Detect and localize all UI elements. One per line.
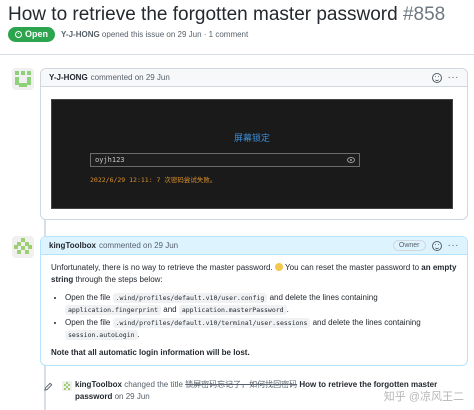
comment-meta[interactable]: commented on 29 Jun: [99, 241, 178, 250]
step-text: and: [163, 305, 177, 314]
watermark: 知乎 @凉风王二: [383, 391, 464, 403]
list-item: Open the file .wind/profiles/default.v10…: [65, 292, 457, 316]
comment-yjhong: Y-J-HONG commented on 29 Jun ··· 屏幕锁定 oy…: [40, 68, 468, 220]
step-text: .: [286, 305, 289, 314]
intro-text-3: through the steps below:: [75, 275, 163, 284]
comment-kingtoolbox: kingToolbox commented on 29 Jun Owner ··…: [40, 236, 468, 366]
step-text: Open the file: [65, 293, 111, 302]
code-path: .wind/profiles/default.v10/terminal/user…: [112, 318, 311, 328]
code-key: session.autoLogin: [65, 330, 138, 340]
code-key: application.fingerprint: [65, 305, 162, 315]
comment-meta[interactable]: commented on 29 Jun: [91, 73, 170, 82]
steps-list: Open the file .wind/profiles/default.v10…: [65, 292, 457, 341]
event-action: changed the title: [124, 380, 183, 389]
list-item: Open the file .wind/profiles/default.v10…: [65, 317, 457, 341]
screenshot-password-value: oyjh123: [95, 156, 125, 164]
lock-screen-screenshot: 屏幕锁定 oyjh123 2022/6/29 12:11: 7 次密码尝试失败。: [51, 99, 453, 209]
step-text: and delete the lines containing: [312, 318, 421, 327]
note-text: Note that all automatic login informatio…: [51, 348, 250, 357]
comment-author[interactable]: kingToolbox: [49, 241, 96, 250]
step-text: Open the file: [65, 318, 111, 327]
step-text: and delete the lines containing: [269, 293, 378, 302]
step-text: .: [137, 330, 140, 339]
screenshot-message: 2022/6/29 12:11: 7 次密码尝试失败。: [90, 176, 217, 184]
more-options-icon[interactable]: ···: [448, 240, 460, 251]
comment-author[interactable]: Y-J-HONG: [49, 73, 88, 82]
issue-number: #858: [402, 4, 446, 25]
event-date[interactable]: on 29 Jun: [115, 392, 150, 401]
issue-title-text: How to retrieve the forgotten master pas…: [8, 4, 398, 25]
identicon-icon: [12, 68, 34, 90]
more-options-icon[interactable]: ···: [448, 72, 460, 83]
open-state-badge: Open: [8, 26, 56, 42]
add-reaction-icon[interactable]: [431, 72, 442, 83]
intro-paragraph: Unfortunately, there is no way to retrie…: [51, 262, 457, 286]
owner-badge: Owner: [392, 240, 426, 251]
issue-meta: Y-J-HONG opened this issue on 29 Jun · 1…: [61, 30, 248, 39]
pencil-icon: [44, 382, 53, 391]
event-actor[interactable]: kingToolbox: [75, 380, 122, 389]
intro-text-2: You can reset the master password to: [285, 263, 420, 272]
issue-state-row: Open Y-J-HONG opened this issue on 29 Ju…: [8, 26, 248, 42]
opener-link[interactable]: Y-J-HONG: [61, 30, 100, 39]
comment-body: Unfortunately, there is no way to retrie…: [41, 255, 467, 372]
eye-icon: [347, 157, 355, 163]
note-paragraph: Note that all automatic login informatio…: [51, 347, 457, 359]
screenshot-password-field: oyjh123: [90, 153, 360, 167]
screenshot-title: 屏幕锁定: [233, 133, 270, 143]
identicon-icon: [12, 236, 34, 258]
issue-title: How to retrieve the forgotten master pas…: [8, 4, 445, 26]
old-title: 锁屏密码忘记了，如何找回密码: [185, 380, 298, 389]
code-key: application.masterPassword: [178, 305, 287, 315]
actor-avatar[interactable]: [62, 381, 72, 391]
code-path: .wind/profiles/default.v10/user.config: [112, 293, 268, 303]
opened-text: opened this issue on 29 Jun · 1 comment: [101, 29, 249, 39]
comment-header: kingToolbox commented on 29 Jun Owner ··…: [41, 237, 467, 255]
author-avatar-kingtoolbox[interactable]: [12, 236, 34, 258]
smile-emoji-icon: [274, 263, 283, 271]
author-avatar-yjhong[interactable]: [12, 68, 34, 90]
comment-header: Y-J-HONG commented on 29 Jun ···: [41, 69, 467, 87]
header-divider: [0, 54, 474, 55]
intro-text: Unfortunately, there is no way to retrie…: [51, 263, 273, 272]
issue-opened-icon: [15, 30, 22, 38]
add-reaction-icon[interactable]: [431, 240, 442, 251]
state-label: Open: [25, 29, 49, 39]
